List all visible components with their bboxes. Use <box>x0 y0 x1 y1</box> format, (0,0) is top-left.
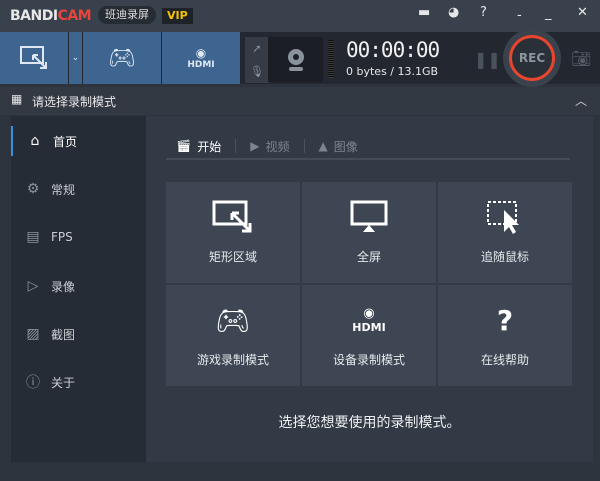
play-icon: ▶ <box>250 139 260 153</box>
title-bar: BANDICAM 班迪录屏 VIP ▬ ◕ ? - _ ✕ <box>0 0 600 32</box>
mode-dropdown-button[interactable]: ⌄ <box>69 32 82 84</box>
tab-video[interactable]: ▶ 视频 <box>236 136 303 156</box>
folder-icon[interactable]: ▬ <box>418 5 430 20</box>
tile-game-mode[interactable]: 🎮︎ 游戏录制模式 <box>166 285 300 386</box>
tab-label: 图像 <box>333 139 358 154</box>
vip-badge[interactable]: VIP <box>162 8 193 24</box>
product-name-badge: 班迪录屏 <box>98 6 156 24</box>
tile-label: 在线帮助 <box>480 353 529 367</box>
pause-button[interactable]: ❚❚ <box>474 50 501 69</box>
rec-button[interactable]: REC <box>509 35 555 81</box>
tab-label: 开始 <box>197 139 222 154</box>
webcam-icon <box>287 48 304 71</box>
follow-mouse-icon <box>486 200 524 234</box>
clapperboard-icon: 🎬︎ <box>176 139 192 153</box>
collapse-chevron-icon[interactable]: ︿ <box>575 92 587 109</box>
hdmi-icon: ◉ HDMI <box>352 306 386 334</box>
fps-icon: ▤ <box>26 229 40 245</box>
hdmi-label: HDMI <box>187 60 215 70</box>
game-mode-button[interactable]: 🎮︎ <box>83 32 161 84</box>
logo-text: BANDI <box>10 8 58 24</box>
grid-icon: ▦ <box>11 92 23 106</box>
close-icon[interactable]: ✕ <box>577 5 588 20</box>
tab-image[interactable]: ▲ 图像 <box>305 136 372 156</box>
tile-label: 游戏录制模式 <box>196 353 269 367</box>
monitor-icon <box>350 200 388 234</box>
mode-header-title: 请选择录制模式 <box>32 95 117 109</box>
sidebar-item-label: 关于 <box>51 375 76 390</box>
recording-timer: 00:00:00 <box>346 38 440 62</box>
sidebar-item-image[interactable]: ▨ 截图 <box>11 319 146 349</box>
sidebar-item-label: 录像 <box>51 279 76 294</box>
tile-fullscreen[interactable]: 全屏 <box>302 182 436 283</box>
tab-bar: 🎬︎ 开始 ▶ 视频 ▲ 图像 <box>166 136 570 160</box>
audio-level-meter <box>328 40 334 78</box>
webcam-button[interactable] <box>268 37 323 82</box>
webcam-device-icon: ◉ <box>195 46 207 60</box>
chevron-down-icon: ⌄ <box>71 53 80 63</box>
tile-label: 追随鼠标 <box>480 250 529 264</box>
image-settings-icon: ▨ <box>26 326 40 342</box>
rectangle-area-icon <box>20 46 47 69</box>
info-icon: ⓘ <box>26 375 40 391</box>
file-size: 0 bytes / 13.1GB <box>346 65 439 78</box>
sidebar-item-label: 首页 <box>53 134 78 149</box>
video-settings-icon: ▷ <box>27 278 39 294</box>
microphone-icon: 🎙︎ <box>250 65 264 78</box>
gamepad-icon: 🎮︎ <box>215 303 251 337</box>
sidebar-item-label: 常规 <box>51 182 76 197</box>
help-icon[interactable]: ? <box>480 5 487 20</box>
hint-text: 选择您想要使用的录制模式。 <box>278 415 461 431</box>
logo-accent: CAM <box>57 8 92 24</box>
gear-icon: ⚙ <box>26 181 40 197</box>
sidebar-item-label: 截图 <box>51 327 76 342</box>
rectangle-mode-button[interactable] <box>0 32 68 84</box>
sidebar-item-about[interactable]: ⓘ 关于 <box>11 367 146 397</box>
help-icon: ? <box>496 303 514 337</box>
device-mode-button[interactable]: ◉ HDMI <box>162 32 240 84</box>
mode-header[interactable]: ▦ 请选择录制模式 ︿ <box>0 87 600 115</box>
image-icon: ▲ <box>318 139 328 153</box>
sidebar-item-video[interactable]: ▷ 录像 <box>11 271 146 301</box>
gamepad-icon: 🎮︎ <box>108 45 136 71</box>
home-icon: ⌂ <box>30 133 40 149</box>
toolbar: ⌄ 🎮︎ ◉ HDMI ➚ 🎙︎ 00:00:00 0 bytes / 13.1G… <box>0 29 600 87</box>
tile-label: 矩形区域 <box>208 250 257 264</box>
camera-icon[interactable]: 📷︎ <box>571 49 591 68</box>
minimize-icon[interactable]: _ <box>545 6 552 21</box>
sidebar-item-label: FPS <box>51 230 73 244</box>
tile-rectangle-area[interactable]: 矩形区域 <box>166 182 300 283</box>
clock-icon[interactable]: ◕ <box>448 5 459 20</box>
tile-follow-mouse[interactable]: 追随鼠标 <box>438 182 572 283</box>
mode-grid: 矩形区域 全屏 追随鼠标 🎮︎ 游戏录制模式 ◉ HDMI 设备录制模式 ? 在线帮助 <box>166 182 572 386</box>
cursor-toggle-button[interactable]: ➚ <box>245 37 269 60</box>
tile-device-mode[interactable]: ◉ HDMI 设备录制模式 <box>302 285 436 386</box>
tile-label: 全屏 <box>356 250 381 264</box>
tab-label: 视频 <box>265 139 290 154</box>
sidebar-item-general[interactable]: ⚙ 常规 <box>11 174 146 204</box>
tile-online-help[interactable]: ? 在线帮助 <box>438 285 572 386</box>
sidebar-item-fps[interactable]: ▤ FPS <box>11 222 146 252</box>
tab-start[interactable]: 🎬︎ 开始 <box>166 136 235 156</box>
microphone-toggle-button[interactable]: 🎙︎ <box>245 60 269 83</box>
hdmi-label: HDMI <box>352 321 386 334</box>
sidebar-item-home[interactable]: ⌂ 首页 <box>11 126 146 156</box>
rectangle-area-icon <box>212 200 254 234</box>
main-panel: 🎬︎ 开始 ▶ 视频 ▲ 图像 矩形区域 全屏 追随鼠标 🎮︎ 游戏录制模式 ◉ HDMI… <box>146 116 593 462</box>
tile-label: 设备录制模式 <box>332 353 405 367</box>
minimize-tray-icon[interactable]: - <box>517 8 522 23</box>
logo: BANDICAM <box>10 8 92 24</box>
sidebar: ⌂ 首页 ⚙ 常规 ▤ FPS ▷ 录像 ▨ 截图 ⓘ 关于 <box>11 116 146 462</box>
rec-button-ring: REC <box>503 29 561 87</box>
cursor-icon: ➚ <box>252 42 262 55</box>
